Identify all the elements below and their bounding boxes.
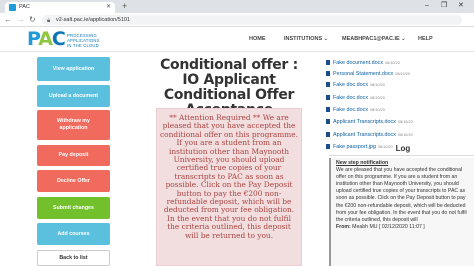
document-date: 08/10/20 xyxy=(397,120,413,124)
file-icon xyxy=(326,71,330,76)
new-tab-icon[interactable]: + xyxy=(122,1,127,12)
document-name: Applicant Transcripts.docx xyxy=(333,132,396,138)
site-header: PAC PROCESSING APPLICATIONS IN THE CLOUD… xyxy=(0,27,474,52)
nav-institutions[interactable]: INSTITUTIONS ⌄ xyxy=(284,36,328,42)
nav-account[interactable]: MEABHPAC1@PAC.IE ⌄ xyxy=(342,36,405,42)
log-entry: New step notification We are pleased tha… xyxy=(329,158,474,266)
log-entry-heading: New step notification xyxy=(336,160,389,166)
close-window-icon[interactable]: ✕ xyxy=(458,0,464,12)
tab-close-icon[interactable]: ✕ xyxy=(106,2,111,13)
document-name: Fake doc.docx xyxy=(333,95,369,101)
log-from-label: From: xyxy=(336,223,351,230)
browser-tab[interactable]: PAC ✕ xyxy=(5,2,115,13)
document-item[interactable]: Applicant Transcripts.docx 08/10/20 xyxy=(326,132,413,139)
nav-account-label: MEABHPAC1@PAC.IE xyxy=(342,36,400,42)
document-date: 08/10/20 xyxy=(370,83,385,87)
address-bar-row: ← → ↻ 🔒︎ v2-salt.pac.ie/application/5101 xyxy=(0,13,474,27)
document-item[interactable]: Fake doc.docx 08/10/20 xyxy=(326,82,385,89)
chevron-down-icon: ⌄ xyxy=(401,36,406,42)
upload-document-button[interactable]: Upload a document xyxy=(37,85,110,107)
chevron-down-icon: ⌄ xyxy=(323,36,328,42)
file-icon xyxy=(326,119,330,124)
document-date: 08/10/20 xyxy=(397,133,413,137)
nav-institutions-label: INSTITUTIONS xyxy=(284,36,323,42)
reload-icon[interactable]: ↻ xyxy=(29,15,36,25)
document-name: Applicant Transcripts.docx xyxy=(333,119,396,125)
document-name: Fake document.docx xyxy=(333,60,384,66)
document-name: Fake doc.docx xyxy=(333,82,369,88)
tagline-line-3: IN THE CLOUD xyxy=(67,43,99,48)
file-icon xyxy=(326,82,330,87)
tab-title: PAC xyxy=(19,4,30,10)
submit-changes-button[interactable]: Submit changes xyxy=(37,197,110,219)
add-courses-button[interactable]: Add courses xyxy=(37,223,110,245)
back-icon[interactable]: ← xyxy=(4,15,12,25)
document-item[interactable]: Applicant Transcripts.docx 08/10/20 xyxy=(326,119,413,126)
lock-icon: 🔒︎ xyxy=(47,18,51,24)
file-icon xyxy=(326,107,330,112)
browser-tabbar: PAC ✕ + – ❐ ✕ xyxy=(0,0,474,13)
log-entry-from: From: Meabh MU [ 02/12/2020 11:07 ] xyxy=(336,224,471,231)
logo-letter-a: A xyxy=(38,28,53,50)
minimize-icon[interactable]: – xyxy=(425,0,429,12)
document-item[interactable]: Fake doc.docx 08/10/20 xyxy=(326,95,385,102)
file-icon xyxy=(326,95,330,100)
url-text: v2-salt.pac.ie/application/5101 xyxy=(56,17,130,23)
document-name: Fake doc.docx xyxy=(333,107,369,113)
document-date: 08/10/20 xyxy=(385,61,400,65)
logo-letter-c: C xyxy=(51,28,66,50)
back-to-list-button[interactable]: Back to list xyxy=(37,250,110,266)
withdraw-application-button[interactable]: Withdraw my application xyxy=(37,110,110,140)
document-item[interactable]: Fake document.docx 08/10/20 xyxy=(326,60,400,67)
pay-deposit-button[interactable]: Pay deposit xyxy=(37,145,110,166)
file-icon xyxy=(326,144,330,149)
document-date: 08/10/20 xyxy=(370,108,385,112)
nav-help[interactable]: HELP xyxy=(418,36,433,42)
logo-letter-p: P xyxy=(27,28,39,50)
view-application-button[interactable]: View application xyxy=(37,57,110,81)
log-divider xyxy=(329,155,474,156)
log-from-value: Meabh MU [ 02/12/2020 11:07 ] xyxy=(352,223,425,230)
log-title: Log xyxy=(395,144,411,153)
maximize-icon[interactable]: ❐ xyxy=(441,0,447,12)
file-icon xyxy=(326,60,330,65)
logo-tagline: PROCESSING APPLICATIONS IN THE CLOUD xyxy=(67,33,100,48)
document-name: Personal Statement.docx xyxy=(333,71,394,77)
document-item[interactable]: Personal Statement.docx 08/10/20 xyxy=(326,71,410,78)
nav-home[interactable]: HOME xyxy=(249,36,266,42)
decline-offer-button[interactable]: Decline Offer xyxy=(37,170,110,192)
pac-favicon-icon xyxy=(9,4,16,11)
file-icon xyxy=(326,132,330,137)
log-entry-body: We are pleased that you have accepted th… xyxy=(336,167,467,223)
attention-alert: ** Attention Required ** We are pleased … xyxy=(156,108,302,266)
forward-icon[interactable]: → xyxy=(17,15,25,25)
url-field[interactable]: 🔒︎ v2-salt.pac.ie/application/5101 xyxy=(42,15,462,25)
pac-logo[interactable]: PAC xyxy=(27,28,66,50)
document-item[interactable]: Fake doc.docx 08/10/20 xyxy=(326,107,385,114)
document-date: 08/10/20 xyxy=(370,96,385,100)
document-date: 08/10/20 xyxy=(395,72,411,76)
